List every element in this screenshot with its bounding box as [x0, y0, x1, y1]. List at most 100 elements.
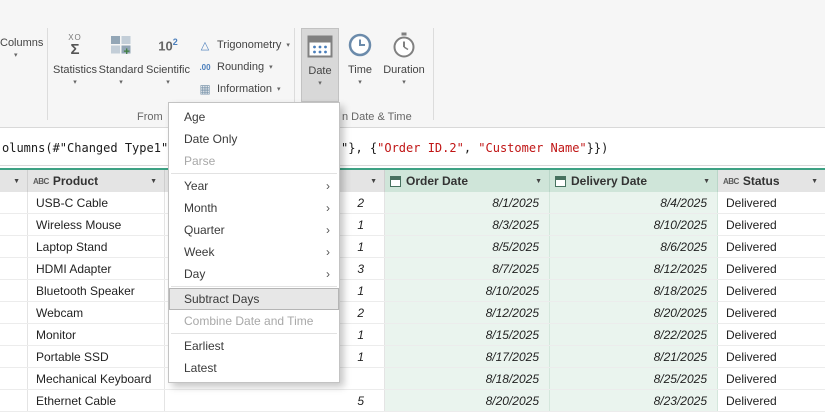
cell-product[interactable]: Monitor	[28, 324, 165, 345]
filter-dropdown-icon[interactable]: ▼	[809, 178, 820, 185]
menu-item-label: Date Only	[184, 132, 237, 146]
cell-order_date[interactable]: 8/20/2025	[385, 390, 550, 411]
cell-product[interactable]: HDMI Adapter	[28, 258, 165, 279]
cell-delivery_date[interactable]: 8/22/2025	[550, 324, 718, 345]
cell-order_date[interactable]: 8/3/2025	[385, 214, 550, 235]
column-header-col0[interactable]: ▼	[0, 170, 28, 192]
column-header-status[interactable]: ABC Status ▼	[718, 170, 825, 192]
cell-order_date[interactable]: 8/15/2025	[385, 324, 550, 345]
cell-delivery_date[interactable]: 8/18/2025	[550, 280, 718, 301]
cell-order_date[interactable]: 8/17/2025	[385, 346, 550, 367]
table-row: Laptop Stand18/5/20258/6/2025Delivered	[0, 236, 825, 258]
menu-item-subtract-days[interactable]: Subtract Days	[169, 288, 339, 310]
chevron-down-icon: ▾	[277, 86, 281, 93]
cell-status[interactable]: Delivered	[718, 214, 825, 235]
cell-status[interactable]: Delivered	[718, 258, 825, 279]
cell-col0[interactable]	[0, 346, 28, 367]
cell-product[interactable]: Webcam	[28, 302, 165, 323]
table-row: Bluetooth Speaker18/10/20258/18/2025Deli…	[0, 280, 825, 302]
standard-button[interactable]: + Standard ▾	[99, 28, 143, 102]
menu-divider	[171, 286, 337, 287]
rounding-button[interactable]: .00 Rounding ▾	[196, 56, 273, 78]
cell-delivery_date[interactable]: 8/25/2025	[550, 368, 718, 389]
cell-status[interactable]: Delivered	[718, 390, 825, 411]
filter-dropdown-icon[interactable]: ▼	[701, 178, 712, 185]
menu-item-age[interactable]: Age	[169, 106, 339, 128]
trigonometry-button-label: Trigonometry	[217, 39, 281, 51]
menu-item-date-only[interactable]: Date Only	[169, 128, 339, 150]
cell-product[interactable]: Ethernet Cable	[28, 390, 165, 411]
cell-order_date[interactable]: 8/12/2025	[385, 302, 550, 323]
menu-item-day[interactable]: Day›	[169, 263, 339, 285]
cell-status[interactable]: Delivered	[718, 346, 825, 367]
cell-delivery_date[interactable]: 8/23/2025	[550, 390, 718, 411]
cell-status[interactable]: Delivered	[718, 324, 825, 345]
filter-dropdown-icon[interactable]: ▼	[11, 178, 22, 185]
cell-status[interactable]: Delivered	[718, 368, 825, 389]
cell-product[interactable]: Mechanical Keyboard	[28, 368, 165, 389]
duration-button[interactable]: Duration ▾	[381, 28, 427, 102]
time-button[interactable]: Time ▾	[341, 28, 379, 102]
cell-order_date[interactable]: 8/18/2025	[385, 368, 550, 389]
cell-col0[interactable]	[0, 236, 28, 257]
cell-product[interactable]: Bluetooth Speaker	[28, 280, 165, 301]
cell-status[interactable]: Delivered	[718, 302, 825, 323]
menu-item-latest[interactable]: Latest	[169, 357, 339, 379]
cell-delivery_date[interactable]: 8/6/2025	[550, 236, 718, 257]
formula-code-left: olumns(#"Changed Type1"	[2, 141, 168, 155]
cell-delivery_date[interactable]: 8/12/2025	[550, 258, 718, 279]
cell-col2[interactable]: 5	[165, 390, 385, 411]
cell-col0[interactable]	[0, 192, 28, 213]
cell-order_date[interactable]: 8/5/2025	[385, 236, 550, 257]
cell-delivery_date[interactable]: 8/20/2025	[550, 302, 718, 323]
trigonometry-button[interactable]: △ Trigonometry ▾	[196, 34, 290, 56]
cell-status[interactable]: Delivered	[718, 236, 825, 257]
column-header-order-date[interactable]: Order Date ▼	[385, 170, 550, 192]
filter-dropdown-icon[interactable]: ▼	[148, 178, 159, 185]
date-button[interactable]: Date ▾	[301, 28, 339, 102]
menu-item-quarter[interactable]: Quarter›	[169, 219, 339, 241]
menu-item-year[interactable]: Year›	[169, 175, 339, 197]
menu-item-earliest[interactable]: Earliest	[169, 335, 339, 357]
information-button[interactable]: ▦ Information ▾	[196, 78, 281, 100]
chevron-down-icon: ▾	[286, 42, 290, 49]
menu-item-label: Year	[184, 179, 208, 193]
cell-order_date[interactable]: 8/7/2025	[385, 258, 550, 279]
column-header-product[interactable]: ABC Product ▼	[28, 170, 165, 192]
filter-dropdown-icon[interactable]: ▼	[368, 178, 379, 185]
columns-button[interactable]: Columns ▾	[0, 37, 43, 59]
menu-item-week[interactable]: Week›	[169, 241, 339, 263]
menu-divider	[171, 333, 337, 334]
filter-dropdown-icon[interactable]: ▼	[533, 178, 544, 185]
cell-status[interactable]: Delivered	[718, 192, 825, 213]
text-type-icon: ABC	[723, 177, 739, 186]
cell-product[interactable]: Portable SSD	[28, 346, 165, 367]
statistics-button[interactable]: ΧΟ Σ Statistics ▾	[51, 28, 99, 102]
column-header-delivery-date[interactable]: Delivery Date ▼	[550, 170, 718, 192]
menu-item-month[interactable]: Month›	[169, 197, 339, 219]
cell-product[interactable]: Wireless Mouse	[28, 214, 165, 235]
cell-order_date[interactable]: 8/1/2025	[385, 192, 550, 213]
stopwatch-icon	[392, 28, 416, 62]
cell-product[interactable]: USB-C Cable	[28, 192, 165, 213]
scientific-button[interactable]: 102 Scientific ▾	[143, 28, 193, 102]
cell-delivery_date[interactable]: 8/21/2025	[550, 346, 718, 367]
data-table: ▼ ABC Product ▼ ▼ Order Date ▼ Delivery …	[0, 168, 825, 412]
cell-product[interactable]: Laptop Stand	[28, 236, 165, 257]
table-row: Portable SSD18/17/20258/21/2025Delivered	[0, 346, 825, 368]
formula-bar[interactable]: olumns(#"Changed Type1" "}, {"Order ID.2…	[0, 128, 825, 166]
cell-status[interactable]: Delivered	[718, 280, 825, 301]
cell-col0[interactable]	[0, 368, 28, 389]
menu-item-label: Latest	[184, 361, 217, 375]
cell-order_date[interactable]: 8/10/2025	[385, 280, 550, 301]
cell-delivery_date[interactable]: 8/10/2025	[550, 214, 718, 235]
cell-col0[interactable]	[0, 390, 28, 411]
cell-col0[interactable]	[0, 280, 28, 301]
cell-col0[interactable]	[0, 302, 28, 323]
cell-delivery_date[interactable]: 8/4/2025	[550, 192, 718, 213]
ribbon-separator	[433, 28, 434, 120]
cell-col0[interactable]	[0, 324, 28, 345]
calendar-icon	[307, 29, 333, 63]
cell-col0[interactable]	[0, 258, 28, 279]
cell-col0[interactable]	[0, 214, 28, 235]
